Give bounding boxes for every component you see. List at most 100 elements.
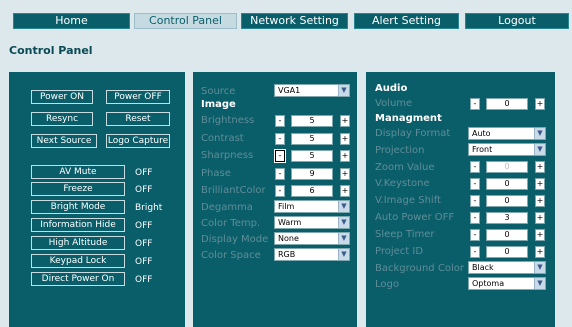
background-color-select-value: Black bbox=[472, 263, 494, 272]
information-hide-button[interactable]: Information Hide bbox=[31, 218, 125, 232]
logo-select[interactable]: Optoma ▼ bbox=[468, 277, 546, 290]
brilliantcolor-decrease-button[interactable]: - bbox=[275, 185, 285, 197]
chevron-down-icon: ▼ bbox=[534, 128, 545, 139]
display-mode-select[interactable]: None ▼ bbox=[274, 232, 350, 245]
projection-label: Projection bbox=[375, 145, 425, 156]
freeze-button[interactable]: Freeze bbox=[31, 182, 125, 196]
brilliantcolor-increase-button[interactable]: + bbox=[340, 185, 350, 197]
background-color-label: Background Color bbox=[375, 263, 464, 274]
page-title: Control Panel bbox=[9, 44, 93, 57]
direct-power-on-button[interactable]: Direct Power On bbox=[31, 272, 125, 286]
nav-network-setting[interactable]: Network Setting bbox=[241, 13, 348, 29]
chevron-down-icon: ▼ bbox=[338, 85, 349, 96]
sleep-timer-label: Sleep Timer bbox=[375, 229, 435, 240]
reset-button[interactable]: Reset bbox=[106, 112, 170, 126]
background-color-select[interactable]: Black ▼ bbox=[468, 261, 546, 274]
sleep-timer-increase-button[interactable]: + bbox=[535, 229, 545, 241]
brightness-stepper: - 5 + bbox=[275, 115, 350, 127]
chevron-down-icon: ▼ bbox=[534, 278, 545, 289]
high-altitude-value: OFF bbox=[135, 239, 153, 249]
chevron-down-icon: ▼ bbox=[338, 201, 349, 212]
v-image-shift-label: V.Image Shift bbox=[375, 195, 441, 206]
project-id-decrease-button[interactable]: - bbox=[470, 246, 480, 258]
source-select[interactable]: VGA1 ▼ bbox=[274, 84, 350, 97]
v-keystone-value[interactable]: 0 bbox=[486, 178, 528, 190]
bright-mode-button[interactable]: Bright Mode bbox=[31, 200, 125, 214]
phase-value[interactable]: 9 bbox=[291, 168, 333, 180]
auto-power-off-increase-button[interactable]: + bbox=[535, 212, 545, 224]
image-settings-panel: Source VGA1 ▼ Image Brightness - 5 + Con… bbox=[193, 72, 357, 327]
color-temp-label: Color Temp. bbox=[201, 218, 261, 229]
information-hide-value: OFF bbox=[135, 221, 153, 231]
degamma-label: Degamma bbox=[201, 202, 253, 213]
color-space-label: Color Space bbox=[201, 250, 261, 261]
v-image-shift-stepper: - 0 + bbox=[470, 195, 545, 207]
color-space-select[interactable]: RGB ▼ bbox=[274, 248, 350, 261]
next-source-button[interactable]: Next Source bbox=[31, 134, 97, 148]
zoom-value[interactable]: 0 bbox=[486, 161, 528, 173]
degamma-select[interactable]: Film ▼ bbox=[274, 200, 350, 213]
sharpness-decrease-button[interactable]: - bbox=[274, 149, 286, 163]
display-mode-label: Display Mode bbox=[201, 234, 269, 245]
power-off-button[interactable]: Power OFF bbox=[106, 90, 170, 104]
sharpness-increase-button[interactable]: + bbox=[340, 150, 350, 162]
av-mute-button[interactable]: AV Mute bbox=[31, 165, 125, 179]
volume-decrease-button[interactable]: - bbox=[470, 98, 480, 110]
sleep-timer-decrease-button[interactable]: - bbox=[470, 229, 480, 241]
v-keystone-increase-button[interactable]: + bbox=[535, 178, 545, 190]
project-id-value[interactable]: 0 bbox=[486, 246, 528, 258]
resync-button[interactable]: Resync bbox=[31, 112, 93, 126]
audio-management-panel: Audio Volume - 0 + Managment Display For… bbox=[366, 72, 555, 327]
brilliantcolor-value[interactable]: 6 bbox=[291, 185, 333, 197]
logo-select-value: Optoma bbox=[472, 279, 505, 288]
nav-control-panel[interactable]: Control Panel bbox=[134, 13, 237, 29]
nav-alert-setting[interactable]: Alert Setting bbox=[354, 13, 459, 29]
project-id-label: Project ID bbox=[375, 246, 424, 257]
source-label: Source bbox=[201, 86, 236, 97]
v-image-shift-increase-button[interactable]: + bbox=[535, 195, 545, 207]
contrast-label: Contrast bbox=[201, 133, 244, 144]
contrast-stepper: - 5 + bbox=[275, 133, 350, 145]
audio-heading: Audio bbox=[375, 83, 408, 94]
nav-home[interactable]: Home bbox=[13, 13, 130, 29]
volume-label: Volume bbox=[375, 98, 413, 109]
nav-logout[interactable]: Logout bbox=[465, 13, 569, 29]
contrast-increase-button[interactable]: + bbox=[340, 133, 350, 145]
sharpness-value[interactable]: 5 bbox=[291, 150, 333, 162]
sleep-timer-value[interactable]: 0 bbox=[486, 229, 528, 241]
zoom-decrease-button[interactable]: - bbox=[470, 161, 480, 173]
top-nav: Home Control Panel Network Setting Alert… bbox=[0, 0, 572, 34]
projection-select[interactable]: Front ▼ bbox=[468, 143, 546, 156]
brightness-decrease-button[interactable]: - bbox=[275, 115, 285, 127]
v-image-shift-value[interactable]: 0 bbox=[486, 195, 528, 207]
direct-power-on-value: OFF bbox=[135, 275, 153, 285]
display-format-select[interactable]: Auto ▼ bbox=[468, 127, 546, 140]
v-image-shift-decrease-button[interactable]: - bbox=[470, 195, 480, 207]
volume-increase-button[interactable]: + bbox=[535, 98, 545, 110]
volume-value[interactable]: 0 bbox=[486, 98, 528, 110]
display-format-label: Display Format bbox=[375, 128, 451, 139]
keypad-lock-button[interactable]: Keypad Lock bbox=[31, 254, 125, 268]
contrast-decrease-button[interactable]: - bbox=[275, 133, 285, 145]
logo-capture-button[interactable]: Logo Capture bbox=[106, 134, 170, 148]
brightness-value[interactable]: 5 bbox=[291, 115, 333, 127]
color-temp-select[interactable]: Warm ▼ bbox=[274, 216, 350, 229]
auto-power-off-decrease-button[interactable]: - bbox=[470, 212, 480, 224]
v-keystone-decrease-button[interactable]: - bbox=[470, 178, 480, 190]
high-altitude-button[interactable]: High Altitude bbox=[31, 236, 125, 250]
brilliantcolor-stepper: - 6 + bbox=[275, 185, 350, 197]
freeze-value: OFF bbox=[135, 185, 153, 195]
zoom-stepper: - 0 + bbox=[470, 161, 545, 173]
auto-power-off-value[interactable]: 3 bbox=[486, 212, 528, 224]
contrast-value[interactable]: 5 bbox=[291, 133, 333, 145]
v-keystone-stepper: - 0 + bbox=[470, 178, 545, 190]
phase-decrease-button[interactable]: - bbox=[275, 168, 285, 180]
logo-label: Logo bbox=[375, 279, 399, 290]
project-id-increase-button[interactable]: + bbox=[535, 246, 545, 258]
keypad-lock-value: OFF bbox=[135, 257, 153, 267]
phase-increase-button[interactable]: + bbox=[340, 168, 350, 180]
power-on-button[interactable]: Power ON bbox=[31, 90, 93, 104]
management-heading: Managment bbox=[375, 113, 442, 124]
brightness-increase-button[interactable]: + bbox=[340, 115, 350, 127]
zoom-increase-button[interactable]: + bbox=[535, 161, 545, 173]
